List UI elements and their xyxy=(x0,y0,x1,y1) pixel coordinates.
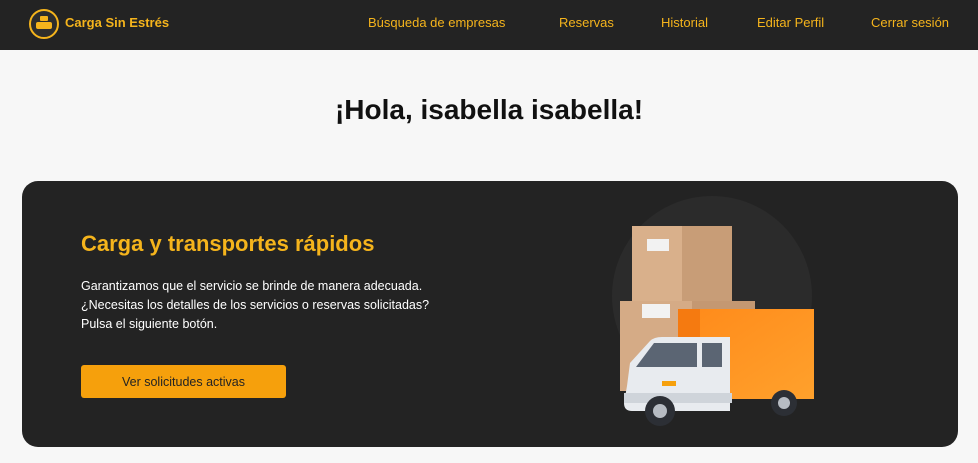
delivery-truck-illustration xyxy=(612,196,814,426)
nav-link-reservas[interactable]: Reservas xyxy=(559,15,614,30)
ver-solicitudes-activas-button[interactable]: Ver solicitudes activas xyxy=(81,365,286,398)
hero-title: Carga y transportes rápidos xyxy=(81,231,375,256)
nav-link-cerrar-sesion[interactable]: Cerrar sesión xyxy=(871,15,949,30)
hero-text-line: ¿Necesitas los detalles de los servicios… xyxy=(81,298,430,312)
logo-truck-icon[interactable] xyxy=(29,9,59,39)
brand-name[interactable]: Carga Sin Estrés xyxy=(65,15,169,30)
nav-link-historial[interactable]: Historial xyxy=(661,15,708,30)
top-navbar: Carga Sin Estrés Búsqueda de empresas Re… xyxy=(0,0,978,50)
box-icon xyxy=(632,226,732,301)
hero-description: Garantizamos que el servicio se brinde d… xyxy=(81,277,481,334)
logo-inner xyxy=(36,22,52,29)
logo-dot xyxy=(40,16,48,21)
hero-card: Carga y transportes rápidos Garantizamos… xyxy=(22,181,958,447)
hero-text-line: Garantizamos que el servicio se brinde d… xyxy=(81,279,423,293)
nav-link-busqueda-empresas[interactable]: Búsqueda de empresas xyxy=(368,15,505,30)
nav-link-editar-perfil[interactable]: Editar Perfil xyxy=(757,15,824,30)
greeting-heading: ¡Hola, isabella isabella! xyxy=(334,94,644,125)
hero-text-line: Pulsa el siguiente botón. xyxy=(81,317,218,331)
